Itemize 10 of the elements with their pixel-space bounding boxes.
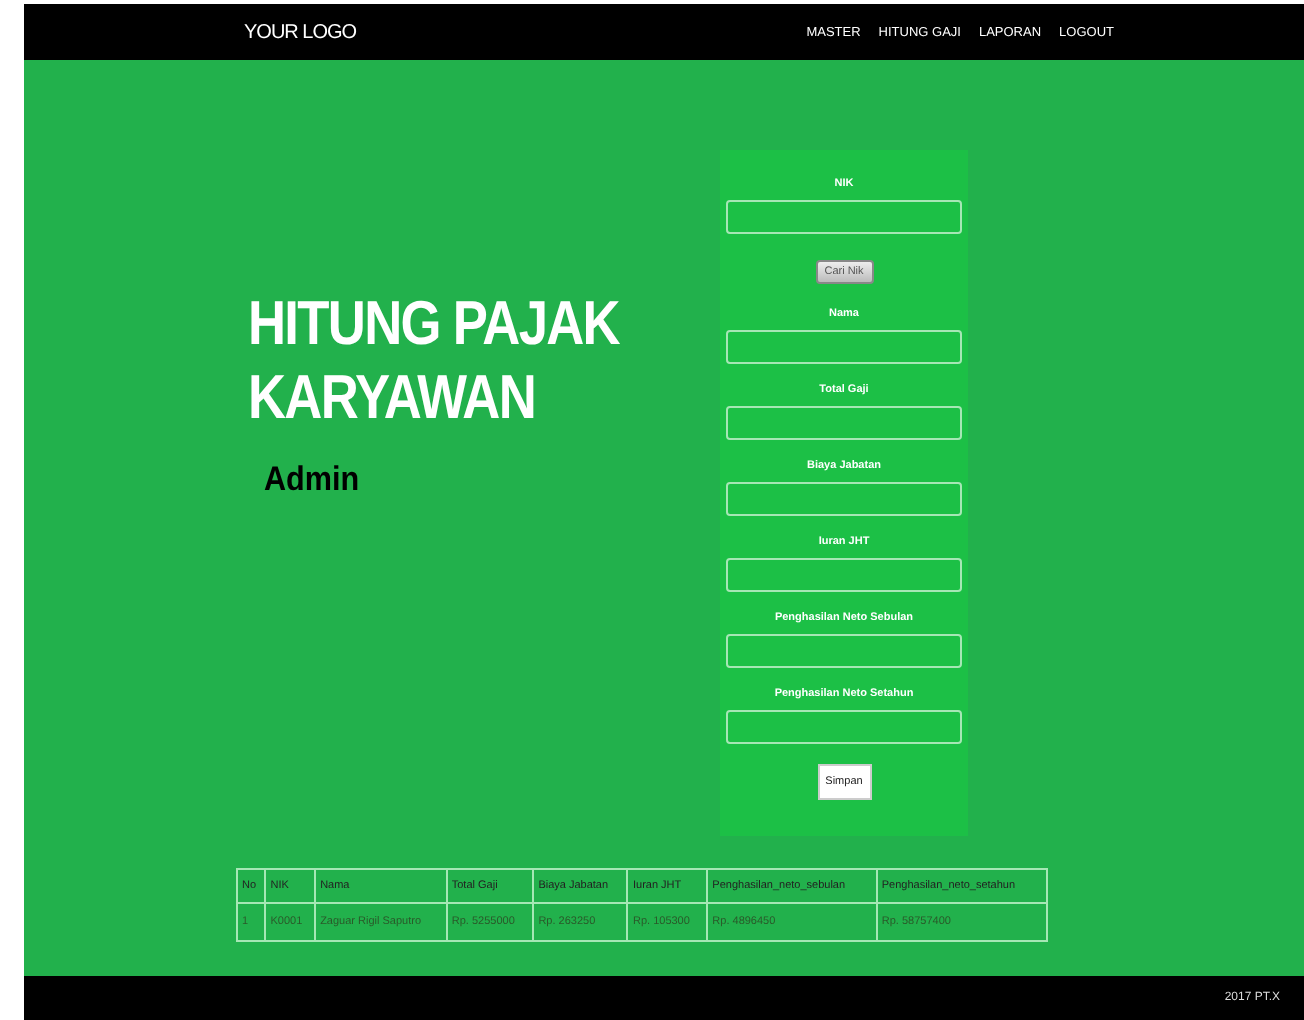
input-field[interactable] bbox=[726, 710, 962, 744]
input-field[interactable] bbox=[726, 200, 962, 234]
logo: YOUR LOGO bbox=[244, 21, 357, 43]
input-field[interactable] bbox=[726, 330, 962, 364]
page-title: HITUNG PAJAK KARYAWAN bbox=[248, 286, 622, 434]
input-field[interactable] bbox=[726, 406, 962, 440]
input-field[interactable] bbox=[726, 634, 962, 668]
input-field[interactable] bbox=[726, 558, 962, 592]
input-field[interactable] bbox=[726, 482, 962, 516]
user-role: Admin bbox=[264, 460, 362, 500]
